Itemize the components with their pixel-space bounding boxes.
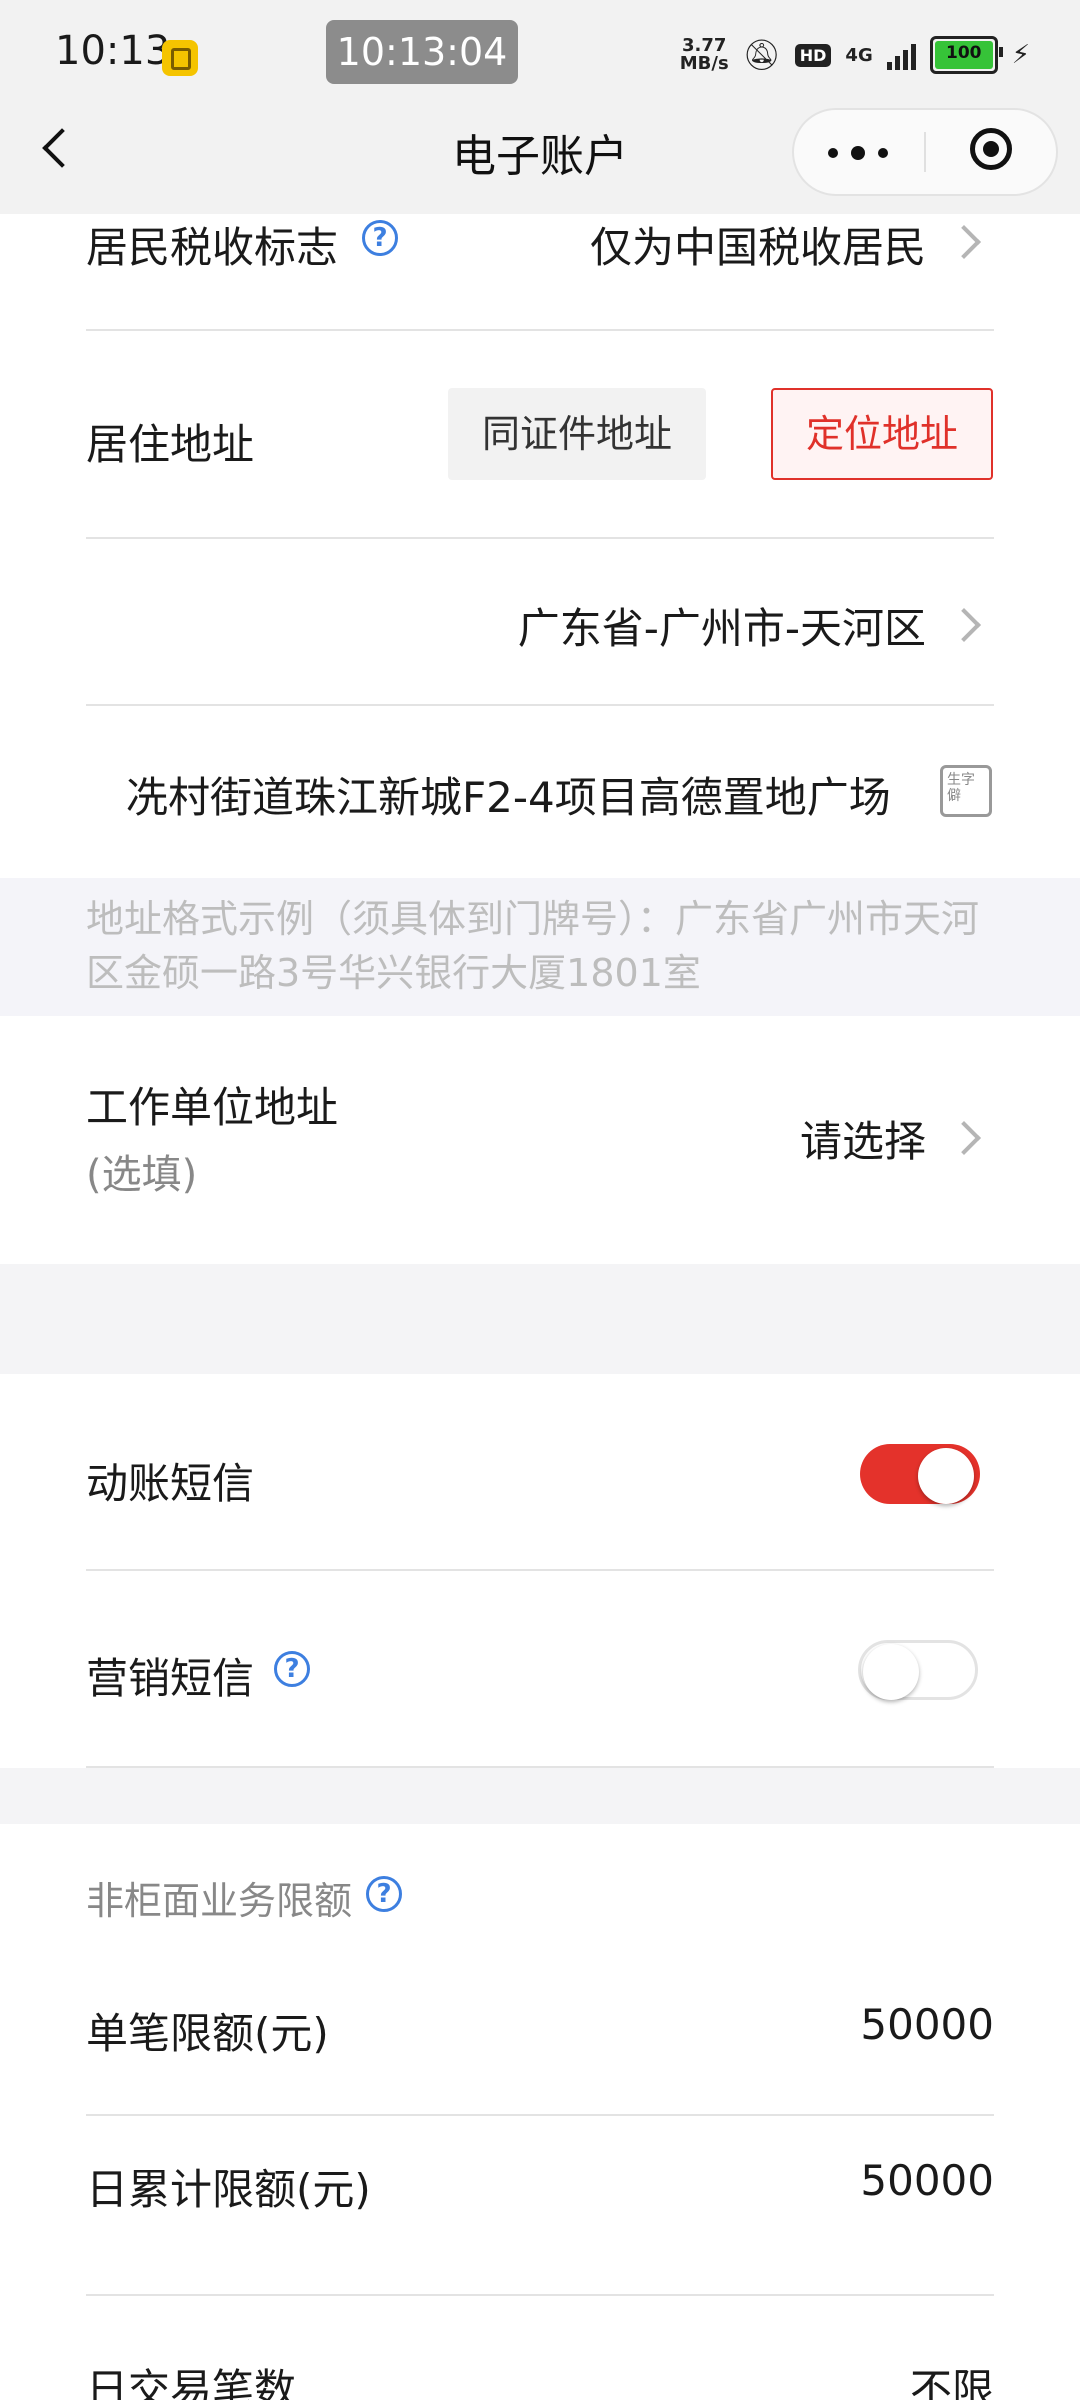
clock-overlay: 10:13:04 bbox=[326, 20, 518, 84]
work-address-row[interactable]: 工作单位地址 (选填) 请选择 bbox=[86, 1016, 994, 1264]
capsule-divider bbox=[924, 132, 926, 172]
work-optional-label: (选填) bbox=[86, 1152, 198, 1198]
single-limit-label: 单笔限额(元) bbox=[86, 2009, 329, 2058]
app-notification-icon bbox=[162, 40, 198, 76]
daily-count-row: 日交易笔数 不限 bbox=[86, 2296, 994, 2400]
limits-section-title: 非柜面业务限额 bbox=[86, 1879, 353, 1923]
battery-level: 100 bbox=[934, 41, 993, 69]
help-icon[interactable]: ? bbox=[366, 1876, 402, 1912]
transaction-sms-toggle[interactable] bbox=[860, 1444, 980, 1504]
close-miniapp-icon[interactable] bbox=[970, 128, 1012, 170]
network-type: 4G bbox=[845, 44, 873, 66]
tax-residence-row[interactable]: 居民税收标志 ? 仅为中国税收居民 bbox=[86, 214, 994, 330]
speed-unit: MB/s bbox=[679, 53, 729, 74]
network-speed: 3.77 MB/s bbox=[680, 37, 729, 73]
chevron-right-icon bbox=[947, 1121, 981, 1155]
daily-count-value: 不限 bbox=[909, 2365, 994, 2400]
marketing-sms-toggle[interactable] bbox=[858, 1640, 978, 1700]
chevron-right-icon bbox=[947, 608, 981, 642]
top-bar: 10:13 10:13:04 3.77 MB/s 🔕︎ HD 4G 100 ⚡︎… bbox=[0, 0, 1080, 214]
signal-icon bbox=[886, 40, 916, 70]
locate-address-button[interactable]: 定位地址 bbox=[771, 388, 993, 480]
same-as-id-address-button[interactable]: 同证件地址 bbox=[448, 388, 706, 480]
transaction-sms-row: 动账短信 bbox=[86, 1374, 994, 1570]
region-value: 广东省-广州市-天河区 bbox=[517, 604, 926, 653]
address-hint-banner: 地址格式示例（须具体到门牌号）：广东省广州市天河区金硕一路3号华兴银行大厦180… bbox=[0, 878, 1080, 1016]
single-limit-row: 单笔限额(元) 50000 bbox=[86, 1960, 994, 2114]
section-gap bbox=[0, 1768, 1080, 1824]
handwriting-input-icon[interactable]: 生字僻 bbox=[940, 765, 992, 817]
daily-limit-value: 50000 bbox=[860, 2156, 994, 2205]
residence-label: 居住地址 bbox=[86, 420, 255, 469]
daily-limit-label: 日累计限额(元) bbox=[86, 2165, 371, 2214]
tax-value: 仅为中国税收居民 bbox=[589, 223, 926, 272]
single-limit-value: 50000 bbox=[860, 2000, 994, 2049]
region-select-row[interactable]: 广东省-广州市-天河区 bbox=[86, 539, 994, 703]
status-icons: 3.77 MB/s 🔕︎ HD 4G 100 ⚡︎ bbox=[680, 30, 1030, 80]
address-hint-text: 地址格式示例（须具体到门牌号）：广东省广州市天河区金硕一路3号华兴银行大厦180… bbox=[86, 897, 980, 995]
street-address-value[interactable]: 冼村街道珠江新城F2-4项目高德置地广场 bbox=[126, 764, 942, 825]
toggle-knob bbox=[863, 1644, 919, 1700]
marketing-sms-label: 营销短信 bbox=[86, 1654, 255, 1703]
toggle-knob bbox=[918, 1448, 974, 1504]
chevron-right-icon bbox=[947, 225, 981, 259]
work-value: 请选择 bbox=[799, 1117, 926, 1166]
work-label: 工作单位地址 bbox=[86, 1083, 339, 1132]
daily-count-label: 日交易笔数 bbox=[86, 2365, 297, 2400]
street-address-field[interactable]: 冼村街道珠江新城F2-4项目高德置地广场 bbox=[86, 706, 994, 878]
tax-label: 居民税收标志 bbox=[86, 223, 339, 272]
more-dots-icon[interactable] bbox=[828, 146, 888, 160]
battery-icon: 100 bbox=[929, 36, 1003, 74]
section-gap bbox=[0, 1264, 1080, 1374]
mute-bell-icon: 🔕︎ bbox=[742, 37, 781, 73]
help-icon[interactable]: ? bbox=[274, 1651, 310, 1687]
hd-badge: HD bbox=[794, 43, 832, 67]
charging-icon: ⚡︎ bbox=[1011, 40, 1030, 70]
limits-section-header: 非柜面业务限额 ? bbox=[86, 1824, 994, 1954]
miniapp-capsule bbox=[792, 108, 1058, 196]
help-icon[interactable]: ? bbox=[362, 220, 398, 256]
status-time: 10:13 bbox=[55, 28, 171, 74]
transaction-sms-label: 动账短信 bbox=[86, 1459, 255, 1508]
daily-limit-row: 日累计限额(元) 50000 bbox=[86, 2116, 994, 2294]
